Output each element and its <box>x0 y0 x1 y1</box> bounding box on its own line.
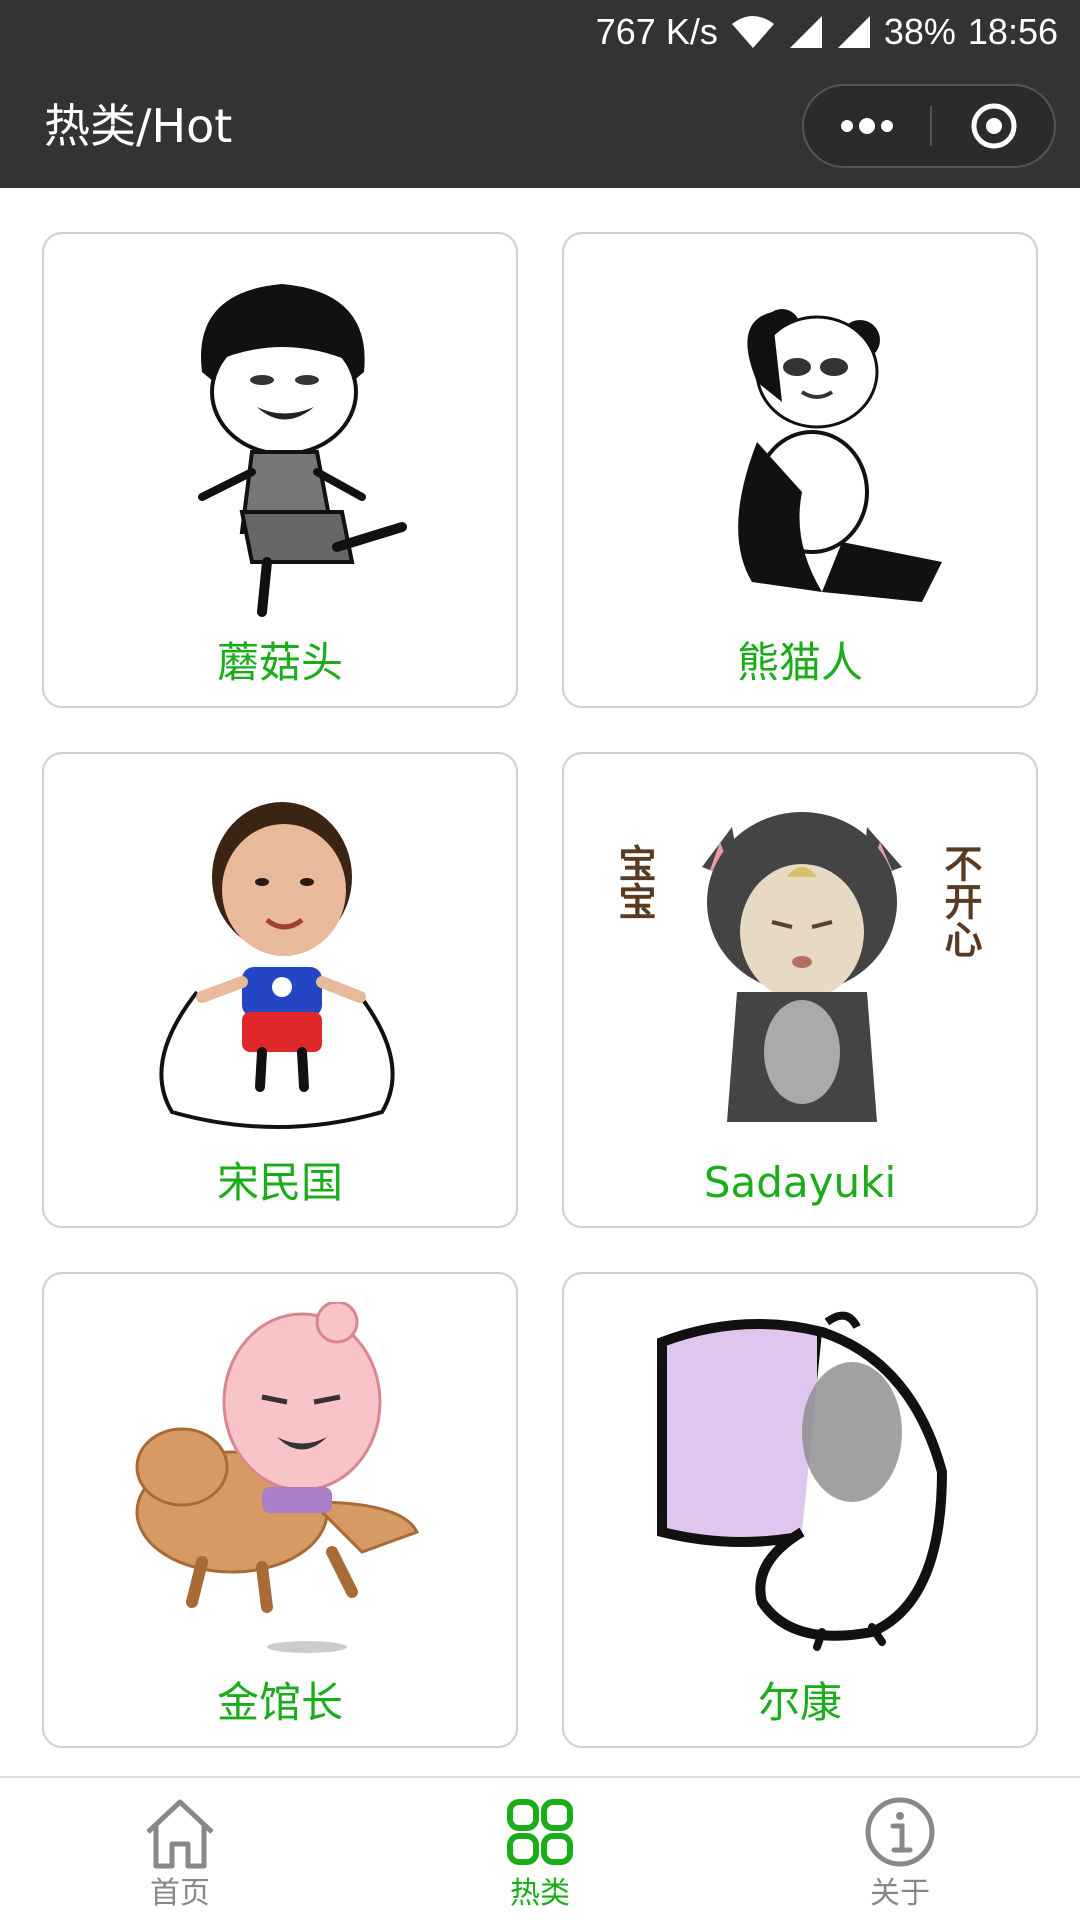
battery-level: 38% <box>883 11 956 52</box>
mini-program-capsule <box>802 84 1056 168</box>
sadayuki-caption-left: 宝宝 <box>612 844 656 920</box>
sticker-card-panda-man[interactable]: 熊猫人 <box>562 232 1038 708</box>
card-label: 金馆长 <box>216 1678 343 1727</box>
card-label: 蘑菇头 <box>216 638 343 687</box>
sadayuki-sticker-image <box>702 812 902 1122</box>
sticker-card-sadayuki[interactable]: 宝宝 不开心 Sadayuki <box>562 752 1038 1228</box>
nav-bar: 热类/Hot <box>0 64 1080 188</box>
home-icon <box>146 1799 214 1869</box>
sticker-grid: 蘑菇头 熊猫人 宋民国 宝宝 不开心 Sadayuki 金馆长 尔康 <box>0 188 1080 1776</box>
sticker-card-erkang[interactable]: 尔康 <box>562 1272 1038 1748</box>
wifi-icon <box>730 14 776 50</box>
tab-bar: 首页 热类 关于 <box>0 1776 1080 1920</box>
info-icon <box>865 1797 935 1867</box>
status-bar: 767 K/s 38% 18:56 <box>0 0 1080 64</box>
erkang-sticker-image <box>657 1311 948 1651</box>
sticker-card-mushroom-head[interactable]: 蘑菇头 <box>42 232 518 708</box>
tab-hot[interactable]: 热类 <box>360 1778 720 1920</box>
signal-icon <box>788 14 824 50</box>
sticker-card-kim-gwanjang[interactable]: 金馆长 <box>42 1272 518 1748</box>
tab-label-about: 关于 <box>870 1876 930 1911</box>
close-target-icon <box>971 103 1017 149</box>
tab-label-home: 首页 <box>150 1876 210 1911</box>
more-dots-icon <box>841 118 893 134</box>
card-label: 熊猫人 <box>736 638 863 687</box>
mushroom-head-sticker-image <box>198 284 407 617</box>
card-label: 尔康 <box>757 1678 842 1727</box>
status-bar-right: 767 K/s 38% 18:56 <box>596 10 1058 54</box>
card-label: Sadayuki <box>703 1158 897 1207</box>
grid-icon <box>507 1799 573 1865</box>
tab-label-hot: 热类 <box>510 1876 570 1911</box>
sticker-card-song-minguk[interactable]: 宋民国 <box>42 752 518 1228</box>
song-minguk-sticker-image <box>159 802 395 1129</box>
sadayuki-caption-right: 不开心 <box>938 844 982 958</box>
tab-home[interactable]: 首页 <box>0 1778 360 1920</box>
page-title: 热类/Hot <box>44 99 233 153</box>
tab-about[interactable]: 关于 <box>720 1778 1080 1920</box>
clock: 18:56 <box>967 11 1058 52</box>
more-button[interactable] <box>804 86 930 166</box>
close-button[interactable] <box>932 86 1056 166</box>
signal-icon-2 <box>836 14 872 50</box>
card-label: 宋民国 <box>216 1158 343 1207</box>
kim-gwanjang-sticker-image <box>135 1302 420 1653</box>
network-speed: 767 K/s <box>595 11 718 52</box>
panda-man-sticker-image <box>738 309 942 602</box>
